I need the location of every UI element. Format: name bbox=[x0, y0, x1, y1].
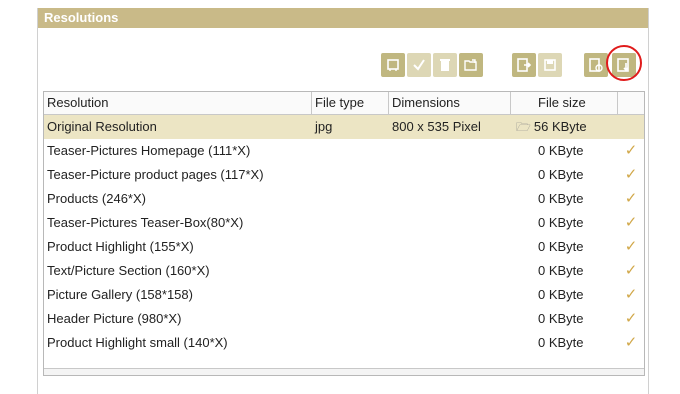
export-button[interactable] bbox=[512, 53, 536, 77]
file-type-cell bbox=[312, 163, 389, 187]
highlight-circle bbox=[606, 45, 642, 81]
table-row[interactable]: Product Highlight small (140*X) 0 KByte ✓ bbox=[44, 331, 644, 355]
file-type-cell bbox=[312, 187, 389, 211]
file-size-text: 0 KByte bbox=[538, 239, 584, 254]
delete-button[interactable] bbox=[433, 53, 457, 77]
save-icon bbox=[544, 59, 556, 71]
file-size-cell: 0 KByte bbox=[511, 307, 618, 331]
file-type-cell bbox=[312, 283, 389, 307]
file-size-cell: 0 KByte bbox=[511, 235, 618, 259]
resolution-cell: Product Highlight (155*X) bbox=[47, 239, 194, 254]
file-type-cell bbox=[312, 259, 389, 283]
column-header-flag bbox=[618, 92, 644, 114]
table-row[interactable]: Teaser-Picture product pages (117*X) 0 KB… bbox=[44, 163, 644, 187]
file-type-cell bbox=[312, 331, 389, 355]
table-footer bbox=[44, 368, 644, 375]
checkmark-icon: ✓ bbox=[624, 166, 638, 183]
column-header-resolution[interactable]: Resolution bbox=[44, 92, 312, 114]
checkmark-icon bbox=[413, 59, 425, 71]
dimensions-cell bbox=[389, 283, 511, 307]
file-type-cell bbox=[312, 235, 389, 259]
file-size-cell: 🗁 56 KByte bbox=[511, 115, 618, 139]
file-type-cell: jpg bbox=[315, 119, 333, 134]
resolution-cell: Original Resolution bbox=[47, 119, 157, 134]
preview-icon bbox=[589, 58, 603, 72]
dimensions-cell bbox=[389, 259, 511, 283]
checkmark-icon: ✓ bbox=[624, 334, 638, 351]
file-size-text: 0 KByte bbox=[538, 311, 584, 326]
resolution-cell: Header Picture (980*X) bbox=[47, 311, 182, 326]
checkmark-icon: ✓ bbox=[624, 214, 638, 231]
dimensions-cell bbox=[389, 139, 511, 163]
table-row[interactable]: Text/Picture Section (160*X) 0 KByte ✓ bbox=[44, 259, 644, 283]
folder-icon[interactable]: 🗁 bbox=[516, 120, 531, 134]
checkmark-icon: ✓ bbox=[624, 238, 638, 255]
column-header-dimensions[interactable]: Dimensions bbox=[389, 92, 511, 114]
checkmark-icon: ✓ bbox=[624, 262, 638, 279]
dimensions-cell bbox=[389, 235, 511, 259]
resolution-cell: Picture Gallery (158*158) bbox=[47, 287, 193, 302]
file-size-cell: 0 KByte bbox=[511, 331, 618, 355]
table-row[interactable]: Teaser-Pictures Teaser-Box(80*X) 0 KByte ✓ bbox=[44, 211, 644, 235]
dimensions-cell: 800 x 535 Pixel bbox=[392, 119, 481, 134]
open-folder-button[interactable] bbox=[459, 53, 483, 77]
checkmark-icon: ✓ bbox=[624, 190, 638, 207]
preview-button[interactable] bbox=[584, 53, 608, 77]
file-type-cell bbox=[312, 139, 389, 163]
table-body: Original Resolution jpg 800 x 535 Pixel 🗁 56… bbox=[44, 115, 644, 355]
table-header: Resolution File type Dimensions File siz… bbox=[44, 92, 644, 115]
dimensions-cell bbox=[389, 187, 511, 211]
column-header-file-type[interactable]: File type bbox=[312, 92, 389, 114]
column-header-file-size[interactable]: File size bbox=[511, 92, 618, 114]
resolution-cell: Teaser-Pictures Homepage (111*X) bbox=[47, 143, 251, 158]
panel-title: Resolutions bbox=[38, 8, 648, 28]
file-size-text: 56 KByte bbox=[533, 119, 587, 134]
file-size-text: 0 KByte bbox=[538, 191, 584, 206]
trash-icon bbox=[440, 59, 450, 71]
file-size-text: 0 KByte bbox=[538, 215, 584, 230]
dimensions-cell bbox=[389, 331, 511, 355]
resolutions-panel: Resolutions Resolution File type Dimensi… bbox=[37, 8, 649, 394]
file-size-cell: 0 KByte bbox=[511, 163, 618, 187]
save-button[interactable] bbox=[538, 53, 562, 77]
resolution-cell: Teaser-Pictures Teaser-Box(80*X) bbox=[47, 215, 244, 230]
table-row[interactable]: Teaser-Pictures Homepage (111*X) 0 KByte ✓ bbox=[44, 139, 644, 163]
approve-button[interactable] bbox=[407, 53, 431, 77]
resolution-cell: Teaser-Picture product pages (117*X) bbox=[47, 167, 264, 182]
table-row[interactable]: Picture Gallery (158*158) 0 KByte ✓ bbox=[44, 283, 644, 307]
resolution-cell: Text/Picture Section (160*X) bbox=[47, 263, 210, 278]
file-size-text: 0 KByte bbox=[538, 167, 584, 182]
checkmark-icon: ✓ bbox=[624, 310, 638, 327]
file-size-text: 0 KByte bbox=[538, 263, 584, 278]
resolutions-table: Resolution File type Dimensions File siz… bbox=[43, 91, 645, 376]
file-size-cell: 0 KByte bbox=[511, 259, 618, 283]
file-size-text: 0 KByte bbox=[538, 143, 584, 158]
resolution-cell: Product Highlight small (140*X) bbox=[47, 335, 228, 350]
table-row[interactable]: Original Resolution jpg 800 x 535 Pixel 🗁 56… bbox=[44, 115, 644, 139]
file-size-cell: 0 KByte bbox=[511, 211, 618, 235]
dimensions-cell bbox=[389, 163, 511, 187]
dimensions-cell bbox=[389, 211, 511, 235]
export-icon bbox=[517, 58, 532, 72]
file-type-cell bbox=[312, 307, 389, 331]
file-type-cell bbox=[312, 211, 389, 235]
frame-icon bbox=[387, 59, 399, 71]
resolution-cell: Products (246*X) bbox=[47, 191, 146, 206]
table-row[interactable]: Product Highlight (155*X) 0 KByte ✓ bbox=[44, 235, 644, 259]
file-size-cell: 0 KByte bbox=[511, 187, 618, 211]
dimensions-cell bbox=[389, 307, 511, 331]
toolbar bbox=[38, 45, 648, 83]
file-size-text: 0 KByte bbox=[538, 287, 584, 302]
frame-button[interactable] bbox=[381, 53, 405, 77]
table-row[interactable]: Header Picture (980*X) 0 KByte ✓ bbox=[44, 307, 644, 331]
file-size-text: 0 KByte bbox=[538, 335, 584, 350]
table-row[interactable]: Products (246*X) 0 KByte ✓ bbox=[44, 187, 644, 211]
checkmark-icon bbox=[618, 115, 644, 139]
checkmark-icon: ✓ bbox=[624, 286, 638, 303]
file-size-cell: 0 KByte bbox=[511, 139, 618, 163]
file-size-cell: 0 KByte bbox=[511, 283, 618, 307]
open-folder-icon bbox=[464, 59, 477, 71]
checkmark-icon: ✓ bbox=[624, 142, 638, 159]
